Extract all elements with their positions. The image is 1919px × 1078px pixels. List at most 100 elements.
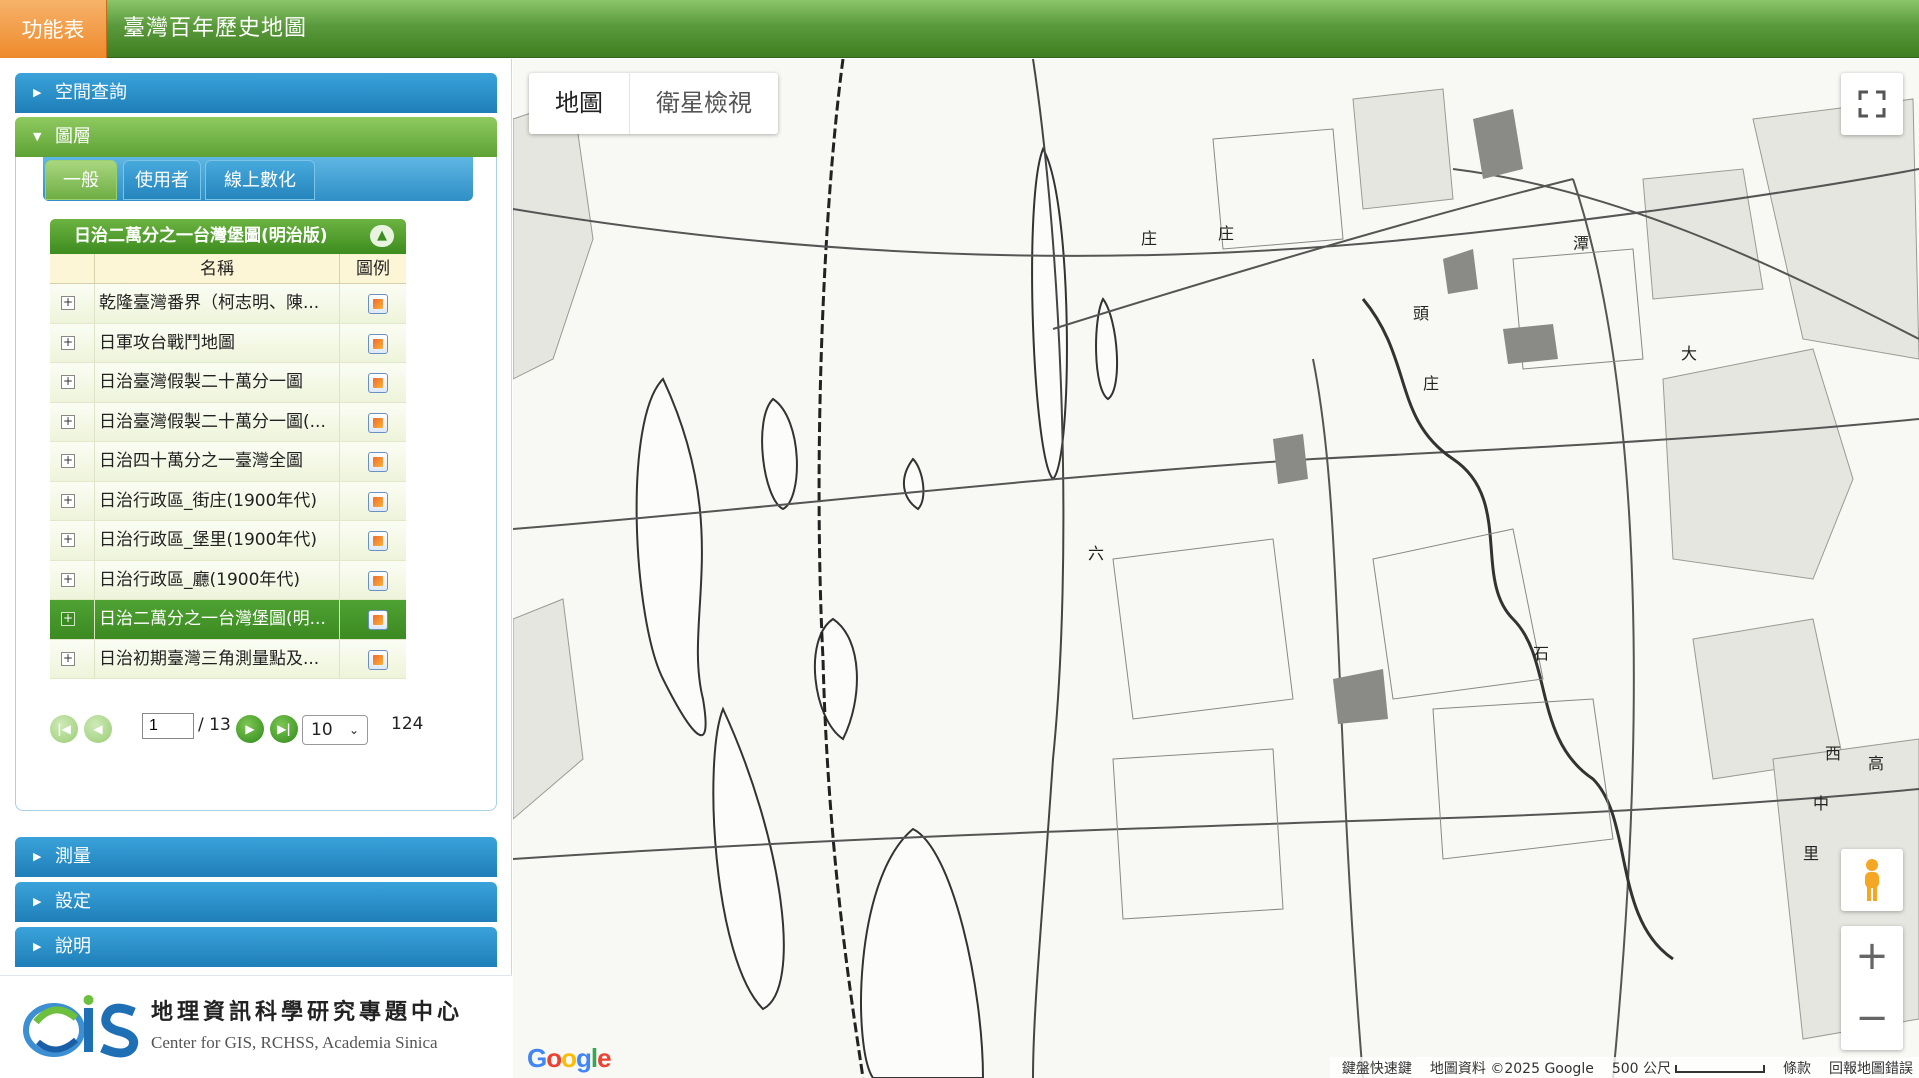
pegman-icon — [1865, 859, 1879, 901]
org-name-en: Center for GIS, RCHSS, Academia Sinica — [151, 1033, 438, 1052]
legend-icon[interactable] — [368, 333, 388, 354]
section-label: 空間查詢 — [55, 82, 127, 103]
layer-name[interactable]: 日治行政區_街庄(1900年代) — [94, 481, 340, 520]
zoom-out-button[interactable]: − — [1841, 988, 1903, 1050]
page-input[interactable] — [142, 713, 194, 739]
expand-plus-icon[interactable]: + — [61, 335, 75, 350]
report-error-link[interactable]: 回報地圖錯誤 — [1829, 1058, 1913, 1078]
historical-map-image: 庄 六 庄 潭 頭 庄 大 西 中 里 高 石 — [513, 59, 1919, 1078]
prev-page-button[interactable]: ◀ — [84, 715, 112, 743]
expand-plus-icon[interactable]: + — [61, 493, 75, 508]
expand-plus-icon[interactable]: + — [61, 572, 75, 587]
expand-plus-icon[interactable]: + — [61, 533, 75, 547]
layer-name[interactable]: 日治二萬分之一台灣堡圖(明... — [94, 600, 340, 639]
section-spatial-query[interactable]: ▶ 空間查詢 — [15, 73, 497, 113]
menu-button[interactable]: 功能表 — [0, 0, 107, 58]
layer-row[interactable]: + 日治行政區_廳(1900年代) — [50, 560, 406, 600]
legend-icon[interactable] — [368, 452, 388, 472]
expand-plus-icon[interactable]: + — [61, 612, 75, 626]
legend-icon[interactable] — [368, 649, 388, 670]
layer-row[interactable]: + 日治行政區_街庄(1900年代) — [50, 481, 406, 521]
column-legend: 圖例 — [356, 259, 390, 279]
svg-text:里: 里 — [1803, 844, 1819, 863]
legend-icon[interactable] — [368, 491, 388, 512]
layer-row[interactable]: + 日治初期臺灣三角測量點及... — [50, 639, 406, 679]
chevron-down-icon: ⌄ — [348, 723, 359, 737]
expand-plus-icon[interactable]: + — [61, 454, 75, 468]
map-canvas[interactable]: 庄 六 庄 潭 頭 庄 大 西 中 里 高 石 地圖 衛星檢視 + − Goog… — [513, 59, 1919, 1078]
scale-bar — [1675, 1064, 1765, 1073]
legend-icon[interactable] — [368, 294, 388, 314]
expand-plus-icon[interactable]: + — [61, 375, 75, 389]
fullscreen-icon — [1858, 90, 1886, 118]
section-measure[interactable]: ▶ 測量 — [15, 837, 497, 877]
legend-icon[interactable] — [368, 373, 388, 393]
expand-plus-icon[interactable]: + — [61, 414, 75, 429]
column-name: 名稱 — [94, 254, 340, 284]
legend-icon[interactable] — [368, 570, 388, 591]
svg-text:石: 石 — [1533, 644, 1549, 663]
layer-row[interactable]: + 乾隆臺灣番界（柯志明、陳... — [50, 284, 406, 324]
map-type-satellite-button[interactable]: 衛星檢視 — [629, 73, 778, 134]
tab-general[interactable]: 一般 — [45, 160, 117, 200]
legend-icon[interactable] — [368, 610, 388, 630]
legend-icon[interactable] — [368, 412, 388, 433]
street-view-pegman-button[interactable] — [1841, 849, 1903, 911]
layer-name[interactable]: 日軍攻台戰鬥地圖 — [94, 323, 340, 362]
section-help[interactable]: ▶ 說明 — [15, 927, 497, 967]
layer-name[interactable]: 日治臺灣假製二十萬分一圖(... — [94, 402, 340, 441]
next-page-button[interactable]: ▶ — [236, 715, 264, 743]
section-settings[interactable]: ▶ 設定 — [15, 882, 497, 922]
google-logo: Google — [527, 1043, 612, 1073]
layer-row[interactable]: + 日治臺灣假製二十萬分一圖(... — [50, 402, 406, 442]
expand-plus-icon[interactable]: + — [61, 296, 75, 310]
svg-text:高: 高 — [1868, 754, 1884, 773]
first-page-button[interactable]: |◀ — [50, 715, 78, 743]
top-bar: 功能表 臺灣百年歷史地圖 — [0, 0, 1919, 58]
last-page-button[interactable]: ▶| — [270, 715, 298, 743]
svg-text:六: 六 — [1088, 544, 1104, 563]
layer-row[interactable]: + 日軍攻台戰鬥地圖 — [50, 323, 406, 363]
section-label: 設定 — [55, 891, 91, 912]
section-layers[interactable]: ▼ 圖層 — [15, 117, 497, 157]
legend-icon[interactable] — [368, 531, 388, 551]
layer-name[interactable]: 日治行政區_廳(1900年代) — [94, 560, 340, 599]
page-size-select[interactable]: 10 ⌄ — [302, 715, 368, 745]
record-count: 124 — [391, 714, 423, 734]
svg-text:庄: 庄 — [1218, 224, 1234, 243]
terms-link[interactable]: 條款 — [1783, 1058, 1811, 1078]
layer-name[interactable]: 乾隆臺灣番界（柯志明、陳... — [94, 284, 340, 323]
zoom-control: + − — [1841, 926, 1903, 1050]
app-title: 臺灣百年歷史地圖 — [123, 16, 308, 41]
expand-plus-icon[interactable]: + — [61, 651, 75, 666]
section-label: 說明 — [55, 936, 91, 957]
layer-name[interactable]: 日治行政區_堡里(1900年代) — [94, 521, 340, 560]
footer-logo: 地理資訊科學研究專題中心 Center for GIS, RCHSS, Acad… — [0, 975, 512, 1078]
section-label: 圖層 — [55, 126, 91, 147]
svg-text:大: 大 — [1681, 344, 1697, 363]
layer-grid: 日治二萬分之一台灣堡圖(明治版) ▲ 名稱 圖例 + 乾隆臺灣番界（柯志明、陳..… — [50, 219, 406, 679]
layer-row[interactable]: + 日治四十萬分之一臺灣全圖 — [50, 442, 406, 482]
layer-row[interactable]: + 日治二萬分之一台灣堡圖(明... — [50, 600, 406, 640]
keyboard-shortcuts-link[interactable]: 鍵盤快速鍵 — [1342, 1058, 1412, 1078]
tab-online-digitize[interactable]: 線上數化 — [205, 160, 315, 200]
left-panel: ▶ 空間查詢 ▼ 圖層 一般 使用者 線上數化 日治二萬分之一台灣堡圖(明治版)… — [0, 59, 512, 1078]
svg-text:潭: 潭 — [1573, 234, 1589, 253]
map-attribution: 鍵盤快速鍵 地圖資料 ©2025 Google 500 公尺 條款 回報地圖錯誤 — [1329, 1057, 1919, 1078]
layer-name[interactable]: 日治四十萬分之一臺灣全圖 — [94, 442, 340, 481]
expand-arrow-icon: ▶ — [33, 850, 42, 863]
fullscreen-button[interactable] — [1841, 73, 1903, 135]
zoom-in-button[interactable]: + — [1841, 926, 1903, 988]
layer-row[interactable]: + 日治行政區_堡里(1900年代) — [50, 521, 406, 561]
layer-name[interactable]: 日治初期臺灣三角測量點及... — [94, 639, 340, 678]
layer-row[interactable]: + 日治臺灣假製二十萬分一圖 — [50, 363, 406, 403]
map-data-text: 地圖資料 ©2025 Google — [1429, 1060, 1594, 1077]
tab-user[interactable]: 使用者 — [123, 160, 201, 200]
grid-header: 名稱 圖例 — [50, 254, 406, 284]
map-type-map-button[interactable]: 地圖 — [529, 73, 629, 134]
collapse-up-icon[interactable]: ▲ — [370, 225, 394, 247]
collapse-arrow-icon: ▼ — [33, 130, 42, 143]
svg-text:西: 西 — [1825, 744, 1841, 763]
section-label: 測量 — [55, 846, 91, 867]
layer-name[interactable]: 日治臺灣假製二十萬分一圖 — [94, 363, 340, 402]
